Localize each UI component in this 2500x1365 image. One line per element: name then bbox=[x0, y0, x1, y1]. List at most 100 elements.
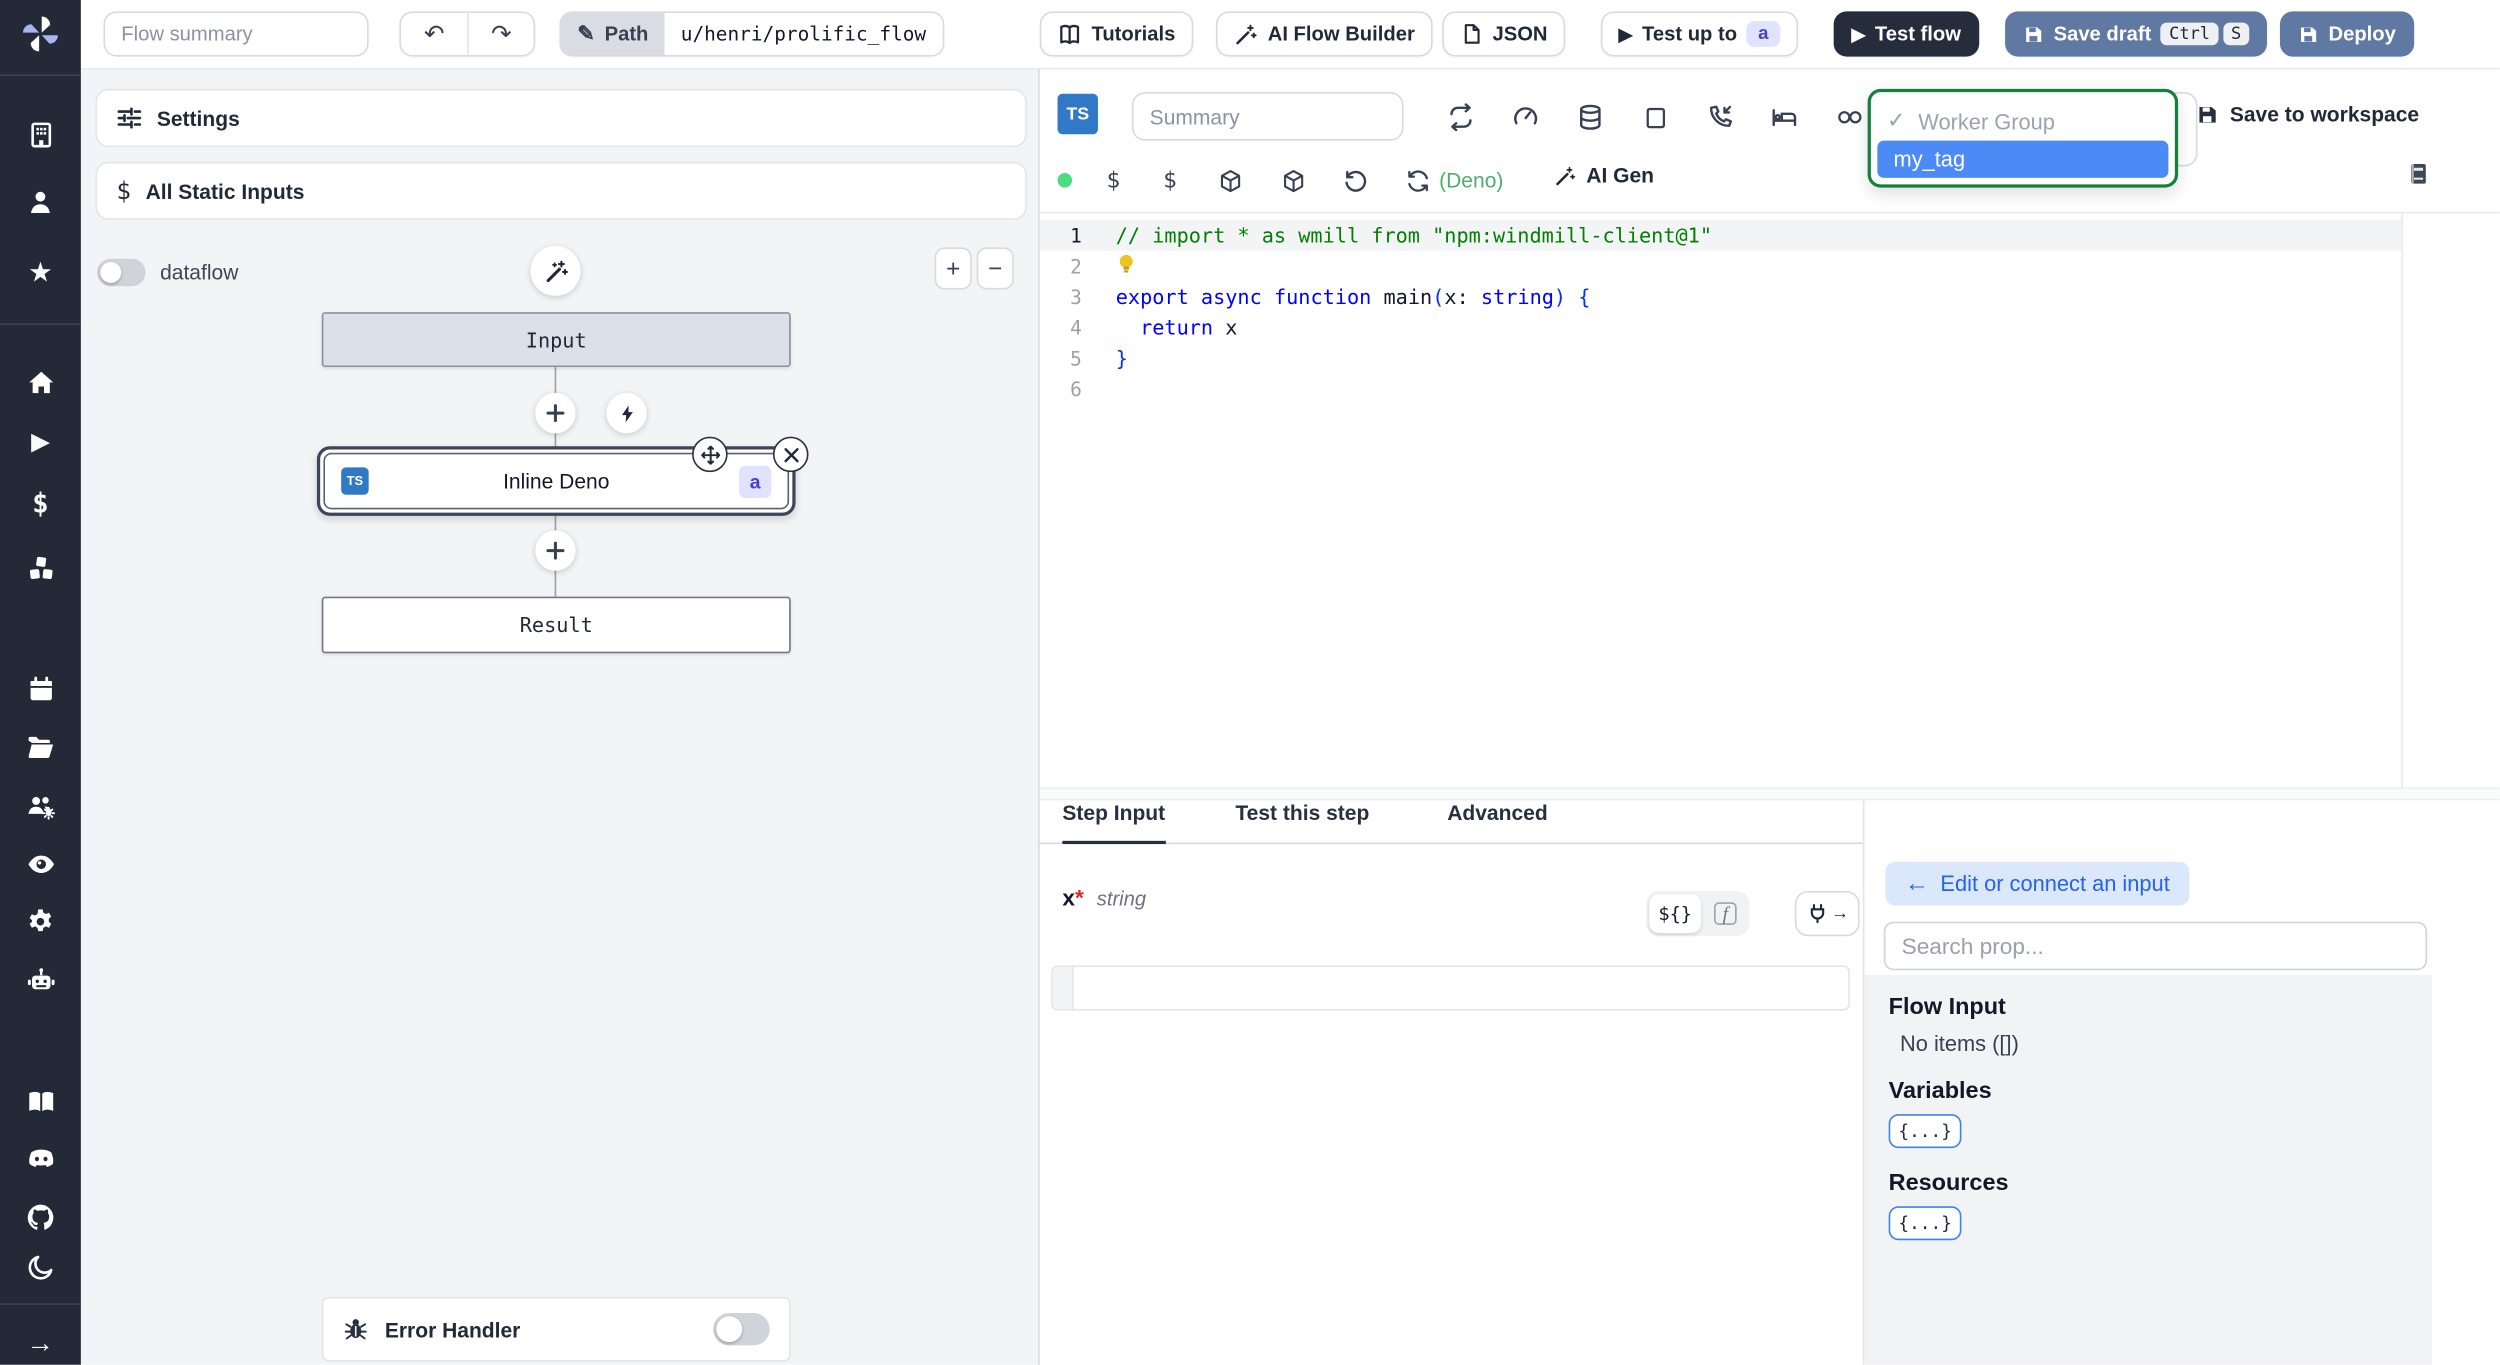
database-icon[interactable] bbox=[1575, 102, 1606, 133]
square-icon[interactable] bbox=[1640, 102, 1671, 133]
dollar-icon[interactable]: $ bbox=[1098, 165, 1129, 196]
input-mode-toggle: ${} f bbox=[1646, 890, 1750, 937]
favorites-star-icon[interactable]: ★ bbox=[0, 254, 81, 290]
library-book-icon[interactable] bbox=[2406, 162, 2430, 186]
tab-step-input[interactable]: Step Input bbox=[1062, 800, 1166, 845]
save-to-workspace-button[interactable]: Save to workspace bbox=[2196, 102, 2419, 126]
box-icon[interactable] bbox=[1214, 165, 1245, 196]
ai-gen-button[interactable]: AI Gen bbox=[1554, 163, 1654, 188]
user-icon[interactable] bbox=[0, 184, 81, 220]
zoom-out-button[interactable]: − bbox=[976, 247, 1014, 290]
node-input-label: Input bbox=[525, 327, 587, 352]
json-button[interactable]: JSON bbox=[1442, 11, 1566, 57]
worker-group-option-none[interactable]: ✓ Worker Group bbox=[1877, 99, 2168, 141]
tutorials-button[interactable]: Tutorials bbox=[1039, 11, 1194, 57]
dollar-icon[interactable]: $ bbox=[1155, 165, 1186, 196]
typescript-badge: TS bbox=[1057, 93, 1098, 135]
schedules-calendar-icon[interactable] bbox=[0, 671, 81, 707]
code-line-4[interactable]: 4 return x bbox=[1040, 312, 2402, 343]
template-mode-button[interactable]: ${} bbox=[1649, 894, 1702, 934]
undo-button[interactable]: ↶ bbox=[401, 13, 467, 55]
zoom-in-button[interactable]: + bbox=[934, 247, 972, 290]
audit-eye-icon[interactable] bbox=[0, 846, 81, 882]
node-step-label: Inline Deno bbox=[503, 468, 610, 494]
edit-or-connect-pill[interactable]: ← Edit or connect an input bbox=[1885, 861, 2190, 906]
error-handler-toggle[interactable] bbox=[713, 1313, 770, 1346]
ai-flow-builder-button[interactable]: AI Flow Builder bbox=[1215, 11, 1433, 57]
function-mode-button[interactable]: f bbox=[1704, 894, 1746, 933]
code-line-6[interactable]: 6 bbox=[1040, 374, 2402, 405]
lightbulb-hint-icon[interactable] bbox=[1116, 251, 1137, 277]
back-arrow-icon: ← bbox=[1904, 869, 1930, 898]
flow-settings-button[interactable]: Settings bbox=[95, 88, 1027, 148]
save-draft-button[interactable]: Save draft Ctrl S bbox=[2005, 11, 2268, 57]
runs-play-icon[interactable]: ▶ bbox=[0, 424, 81, 460]
expand-arrow-icon[interactable]: → bbox=[0, 1324, 81, 1360]
discord-icon[interactable] bbox=[0, 1142, 81, 1178]
node-input[interactable]: Input bbox=[321, 312, 791, 368]
line-number: 1 bbox=[1070, 223, 1082, 247]
code-line-2[interactable]: 2 bbox=[1040, 251, 2402, 282]
test-up-to-button[interactable]: ▶ Test up to a bbox=[1600, 11, 1798, 57]
tab-test-this-step[interactable]: Test this step bbox=[1235, 800, 1369, 844]
code-line-5[interactable]: 5} bbox=[1040, 343, 2402, 374]
insert-step-button[interactable] bbox=[535, 530, 576, 571]
step-summary-input[interactable] bbox=[1131, 92, 1404, 141]
variables-dollar-icon[interactable]: $ bbox=[0, 487, 81, 523]
box-icon[interactable] bbox=[1277, 165, 1308, 196]
history-icon[interactable] bbox=[1340, 165, 1371, 196]
panel-resize-handle[interactable] bbox=[1039, 787, 2500, 801]
tab-advanced[interactable]: Advanced bbox=[1447, 800, 1547, 844]
wand-icon bbox=[1554, 164, 1577, 187]
field-value-editor[interactable] bbox=[1051, 965, 1850, 1011]
edit-or-connect-label: Edit or connect an input bbox=[1940, 871, 2170, 896]
repeat-icon[interactable] bbox=[1446, 102, 1477, 133]
plug-icon bbox=[1809, 904, 1824, 924]
dataflow-toggle[interactable] bbox=[97, 258, 146, 287]
trigger-bolt-button[interactable] bbox=[606, 392, 647, 434]
insert-step-button[interactable] bbox=[535, 392, 576, 434]
resources-cubes-icon[interactable] bbox=[0, 550, 81, 586]
code-text: return x bbox=[1140, 315, 1238, 340]
code-line-3[interactable]: 3 export async function main(x: string) { bbox=[1040, 281, 2402, 312]
workers-robot-icon[interactable] bbox=[0, 962, 81, 998]
field-value-input[interactable] bbox=[1073, 966, 1849, 1010]
gauge-icon[interactable] bbox=[1510, 102, 1541, 133]
app-window: ★ ▶ $ → ↶ ↷ ✎ Path u/henri/prolific_flow Tu… bbox=[0, 0, 2500, 1365]
kbd-key: Ctrl bbox=[2161, 22, 2219, 46]
windmill-logo[interactable] bbox=[0, 10, 81, 59]
flow-graph-panel: Settings $ All Static Inputs dataflow + … bbox=[80, 67, 1040, 1365]
folders-icon[interactable] bbox=[0, 729, 81, 765]
path-chip[interactable]: ✎ Path u/henri/prolific_flow bbox=[559, 11, 944, 57]
worker-group-option-selected[interactable]: my_tag bbox=[1877, 140, 2169, 178]
groups-icon[interactable] bbox=[0, 787, 81, 823]
link-icon[interactable] bbox=[1834, 102, 1865, 133]
github-icon[interactable] bbox=[0, 1200, 81, 1236]
prop-object-chip[interactable]: {...} bbox=[1888, 1114, 1962, 1149]
worker-group-dropdown: ✓ Worker Group my_tag bbox=[1867, 88, 2179, 188]
search-prop-input[interactable] bbox=[1883, 921, 2428, 971]
redo-button[interactable]: ↷ bbox=[467, 12, 533, 55]
bed-icon[interactable] bbox=[1769, 102, 1800, 133]
workspace-building-icon[interactable] bbox=[0, 116, 81, 152]
function-mode-label: f bbox=[1714, 901, 1737, 925]
error-handler-card[interactable]: Error Handler bbox=[321, 1296, 791, 1362]
delete-node-button[interactable] bbox=[772, 436, 809, 473]
deploy-button[interactable]: Deploy bbox=[2279, 11, 2414, 57]
prop-object-chip[interactable]: {...} bbox=[1888, 1206, 1962, 1241]
reload-icon[interactable] bbox=[1402, 165, 1433, 196]
flow-summary-input[interactable] bbox=[103, 11, 369, 57]
phone-incoming-icon[interactable] bbox=[1704, 102, 1735, 133]
code-editor[interactable]: 1 // import * as wmill from "npm:windmill… bbox=[1039, 211, 2500, 789]
code-line-1[interactable]: 1 // import * as wmill from "npm:windmill… bbox=[1039, 219, 2402, 251]
test-flow-button[interactable]: ▶ Test flow bbox=[1833, 11, 1979, 57]
move-node-handle[interactable] bbox=[692, 436, 728, 473]
node-result[interactable]: Result bbox=[321, 596, 791, 654]
ai-wand-button[interactable] bbox=[530, 245, 581, 296]
docs-book-icon[interactable] bbox=[0, 1083, 81, 1119]
settings-gear-icon[interactable] bbox=[0, 904, 81, 940]
connect-input-button[interactable]: → bbox=[1794, 890, 1860, 937]
home-icon[interactable] bbox=[0, 364, 81, 400]
dark-mode-moon-icon[interactable] bbox=[0, 1248, 81, 1284]
all-static-inputs-button[interactable]: $ All Static Inputs bbox=[95, 161, 1027, 220]
